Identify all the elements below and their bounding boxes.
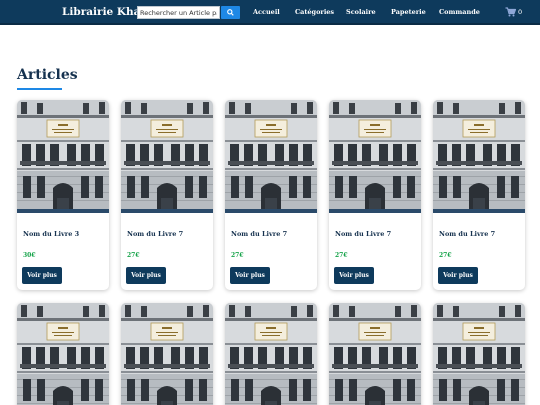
nav-link-accueil[interactable]: Accueil (253, 8, 280, 16)
nav-link-papeterie[interactable]: Papeterie (391, 8, 426, 16)
product-card: Nom du Livre 7 27€ Voir plus (121, 100, 213, 290)
product-image[interactable] (121, 100, 213, 213)
section-title: Articles (17, 67, 78, 83)
product-image[interactable] (329, 303, 421, 405)
voir-plus-button[interactable]: Voir plus (126, 267, 166, 284)
product-title: Nom du Livre 7 (231, 230, 288, 238)
nav-link-commande[interactable]: Commande (439, 8, 480, 16)
title-underline (17, 88, 62, 90)
nav-link-categories[interactable]: Catégories (295, 8, 334, 16)
search-input[interactable] (137, 6, 220, 19)
product-card (17, 303, 109, 405)
product-image[interactable] (433, 100, 525, 213)
cart-count: 0 (518, 8, 523, 16)
product-price: 27€ (439, 252, 452, 259)
voir-plus-button[interactable]: Voir plus (438, 267, 478, 284)
product-card (225, 303, 317, 405)
product-title: Nom du Livre 3 (23, 230, 80, 238)
top-navbar: Librairie Khalsi Accueil Catégories Scol… (0, 0, 540, 25)
product-card: Nom du Livre 7 27€ Voir plus (433, 100, 525, 290)
product-image[interactable] (329, 100, 421, 213)
product-card: Nom du Livre 7 27€ Voir plus (225, 100, 317, 290)
product-card: Nom du Livre 3 30€ Voir plus (17, 100, 109, 290)
voir-plus-button[interactable]: Voir plus (334, 267, 374, 284)
product-image[interactable] (17, 303, 109, 405)
search-icon (227, 9, 234, 16)
product-image[interactable] (121, 303, 213, 405)
shopping-cart-icon[interactable] (505, 7, 516, 17)
product-image[interactable] (225, 100, 317, 213)
search-button[interactable] (221, 6, 240, 19)
product-image[interactable] (225, 303, 317, 405)
product-card (433, 303, 525, 405)
product-price: 27€ (127, 252, 140, 259)
product-price: 27€ (335, 252, 348, 259)
product-price: 27€ (231, 252, 244, 259)
product-image[interactable] (433, 303, 525, 405)
nav-link-scolaire[interactable]: Scolaire (346, 8, 376, 16)
product-price: 30€ (23, 252, 36, 259)
product-image[interactable] (17, 100, 109, 213)
product-title: Nom du Livre 7 (127, 230, 184, 238)
voir-plus-button[interactable]: Voir plus (230, 267, 270, 284)
product-card (329, 303, 421, 405)
voir-plus-button[interactable]: Voir plus (22, 267, 62, 284)
product-title: Nom du Livre 7 (439, 230, 496, 238)
product-title: Nom du Livre 7 (335, 230, 392, 238)
product-card (121, 303, 213, 405)
product-card: Nom du Livre 7 27€ Voir plus (329, 100, 421, 290)
